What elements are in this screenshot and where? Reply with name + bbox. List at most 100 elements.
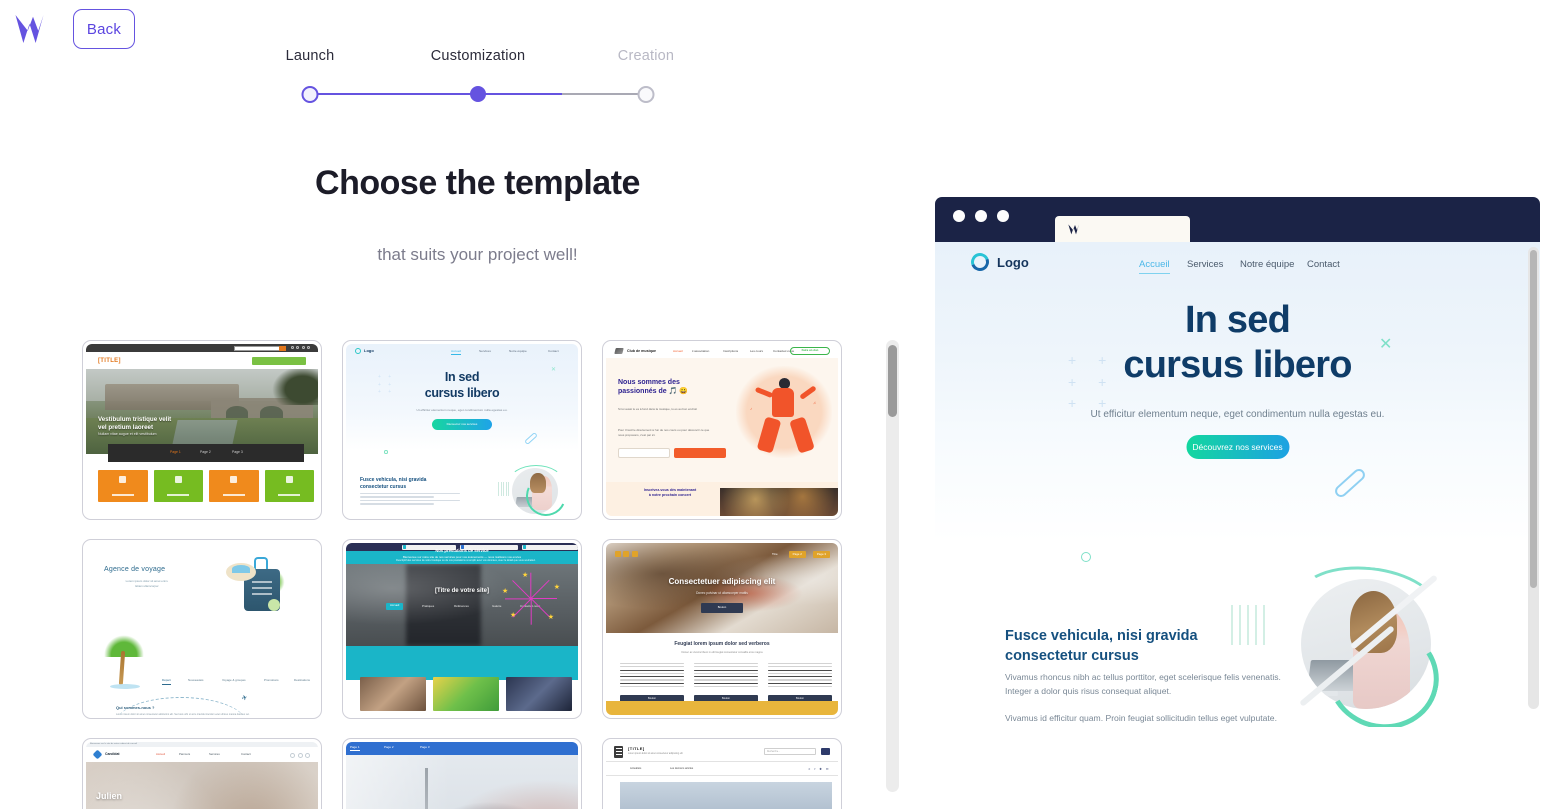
mini-hero-sub: Nullam vitae augue et elit vestibulum bbox=[98, 432, 157, 436]
mini-nav-link: Titre bbox=[771, 551, 778, 556]
template-card-heritage[interactable]: [TITLE] Vestibulum tristique velit vel p… bbox=[82, 340, 322, 520]
minimize-dot-icon bbox=[975, 210, 987, 222]
maximize-dot-icon bbox=[997, 210, 1009, 222]
mini-nav-link: Inscriptions bbox=[723, 349, 739, 353]
mini-ring-decoration bbox=[384, 450, 388, 454]
mini-nav-link: Accueil bbox=[156, 752, 166, 756]
mini-nav: Page 1 Page 2 Page 3 bbox=[346, 742, 578, 755]
mini-section-title: Qui sommes-nous ? bbox=[116, 705, 155, 710]
mini-site-consultant: Bienvenue sur le site de notre cabinet d… bbox=[86, 742, 318, 809]
template-thumbnail: [TITLE] Lorem ipsum dolor sit amet conse… bbox=[606, 742, 838, 809]
mini-nav-link: Page 1 bbox=[350, 745, 360, 749]
template-card-travel[interactable]: Agence de voyage Lorem ipsum dolor sit a… bbox=[82, 539, 322, 719]
mini-search-field: Recherche... bbox=[764, 748, 816, 755]
step-dot-customization[interactable] bbox=[470, 86, 486, 102]
top-bar: Back bbox=[0, 0, 1561, 60]
mini-section-text bbox=[360, 493, 460, 507]
mini-secondary-button bbox=[618, 448, 670, 458]
template-thumbnail: Bienvenue sur notre site de nos services… bbox=[346, 543, 578, 715]
mini-nav-link: Page 3 bbox=[420, 745, 430, 749]
template-card-saas-blue[interactable]: Logo Accueil Services Notre équipe Conta… bbox=[342, 340, 582, 520]
back-button[interactable]: Back bbox=[73, 9, 135, 49]
mini-brand: Candidat bbox=[105, 752, 120, 757]
preview-nav-services[interactable]: Services bbox=[1187, 259, 1223, 270]
progress-stepper: Launch Customization Creation bbox=[270, 48, 690, 110]
mini-site-travel: Agence de voyage Lorem ipsum dolor sit a… bbox=[86, 543, 318, 715]
mini-cta-button: Faire un don bbox=[790, 347, 830, 355]
preview-cta-button[interactable]: Découvrez nos services bbox=[1186, 435, 1289, 459]
browser-tab[interactable] bbox=[1055, 216, 1190, 242]
stepper-labels: Launch Customization Creation bbox=[270, 48, 690, 70]
clip-decoration bbox=[1332, 466, 1368, 500]
mini-section-title: Nos prestations de service bbox=[435, 548, 489, 553]
mini-section-text: Donec ac viverra libero in elit feugiat … bbox=[681, 651, 763, 654]
template-preview: Logo Accueil Services Notre équipe Conta… bbox=[935, 197, 1540, 727]
preview-section-title: Fusce vehicula, nisi gravida consectetur… bbox=[1005, 627, 1198, 666]
mini-site-music: ♪ ♫ Club de musique Accueil L'associatio… bbox=[606, 344, 838, 516]
page-title: Choose the template bbox=[315, 164, 640, 202]
mini-subnav: Actualités Les derniers articles ⋖ f ✚ ✉ bbox=[606, 762, 838, 776]
mini-feature-cards bbox=[98, 470, 314, 502]
mini-nav-link: Accueil bbox=[673, 349, 683, 353]
mini-hero-p2: Pour t'inscrire directement à l'un de no… bbox=[618, 428, 710, 437]
mini-social-icons: ⋖ f ✚ ✉ bbox=[807, 766, 830, 771]
template-card-music-club[interactable]: ♪ ♫ Club de musique Accueil L'associatio… bbox=[602, 340, 842, 520]
step-dot-launch[interactable] bbox=[301, 86, 319, 103]
preview-logo-text: Logo bbox=[997, 255, 1029, 270]
template-thumbnail: Titre Page 2 Page 3 Consectetuer adipisc… bbox=[606, 543, 838, 715]
template-list-viewport: [TITLE] Vestibulum tristique velit vel p… bbox=[0, 334, 910, 809]
mini-footer bbox=[606, 701, 838, 715]
preview-hero-line2: cursus libero bbox=[1123, 343, 1352, 386]
mini-search-button bbox=[279, 346, 286, 351]
preview-nav-accueil[interactable]: Accueil bbox=[1139, 259, 1170, 274]
mini-hero-p1: Si toi aussi tu es à fond dans la musiqu… bbox=[618, 407, 697, 411]
mini-luggage-illustration bbox=[226, 557, 286, 613]
mini-dancer-illustration: ♪ ♫ bbox=[750, 378, 818, 454]
preview-browser-chrome bbox=[935, 197, 1540, 242]
mini-nav-link: Les cours bbox=[750, 349, 764, 353]
mini-site-event: Bienvenue sur notre site de nos services… bbox=[346, 543, 578, 715]
template-card-consultant[interactable]: Bienvenue sur le site de notre cabinet d… bbox=[82, 738, 322, 809]
mini-header: [TITLE] Lorem ipsum dolor sit amet conse… bbox=[606, 742, 838, 762]
mini-nav: Départ Nouveautés Voyage & groupes Promo… bbox=[162, 678, 318, 687]
preview-nav-notre-equipe[interactable]: Notre équipe bbox=[1240, 259, 1294, 270]
mini-hero-image bbox=[620, 782, 832, 809]
preview-hero-title: In sed cursus libero bbox=[935, 298, 1540, 388]
template-list-scrollbar-thumb[interactable] bbox=[888, 345, 897, 417]
mini-nav-link: Promotions bbox=[264, 678, 279, 682]
app-logo-icon[interactable] bbox=[12, 8, 54, 50]
mini-page-tab: Page 3 bbox=[232, 450, 243, 454]
mini-cta-button: Découvrez nos services bbox=[432, 419, 492, 430]
template-thumbnail: Page 1 Page 2 Page 3 bbox=[346, 742, 578, 809]
preview-nav-contact[interactable]: Contact bbox=[1307, 259, 1340, 270]
mini-clip-decoration bbox=[524, 431, 538, 446]
preview-hero-line1: In sed bbox=[1184, 299, 1291, 341]
mini-social-icons bbox=[291, 346, 317, 350]
template-thumbnail: Logo Accueil Services Notre équipe Conta… bbox=[346, 344, 578, 516]
mini-hero-image bbox=[346, 755, 578, 809]
template-card-corporate-blue[interactable]: Page 1 Page 2 Page 3 bbox=[342, 738, 582, 809]
preview-section-paragraph-2: Vivamus id efficitur quam. Proin feugiat… bbox=[1005, 713, 1277, 727]
mini-nav-link: Nouveautés bbox=[188, 678, 204, 682]
step-label-customization: Customization bbox=[430, 48, 526, 64]
step-dot-creation[interactable] bbox=[637, 86, 655, 103]
template-card-magazine[interactable]: [TITLE] Lorem ipsum dolor sit amet conse… bbox=[602, 738, 842, 809]
mini-section-text: Descriptif des services de votre boutiqu… bbox=[396, 559, 536, 562]
mini-nav-link: Voyage & groupes bbox=[222, 678, 246, 682]
mini-nav: Candidat Accueil Parcours Services Conta… bbox=[86, 747, 318, 762]
mini-nav-link: Actualités bbox=[630, 767, 642, 770]
mini-social-icons bbox=[615, 551, 638, 557]
template-thumbnail: Agence de voyage Lorem ipsum dolor sit a… bbox=[86, 543, 318, 715]
mini-cta-button bbox=[252, 356, 306, 365]
mini-columns bbox=[620, 663, 832, 689]
step-label-launch: Launch bbox=[285, 48, 335, 64]
mini-hero-image bbox=[86, 369, 318, 454]
preview-scrollbar-thumb[interactable] bbox=[1530, 250, 1537, 588]
template-thumbnail: Bienvenue sur le site de notre cabinet d… bbox=[86, 742, 318, 809]
template-card-event[interactable]: Bienvenue sur notre site de nos services… bbox=[342, 539, 582, 719]
mini-nav-link: Départ bbox=[162, 678, 171, 686]
template-card-restaurant[interactable]: Titre Page 2 Page 3 Consectetuer adipisc… bbox=[602, 539, 842, 719]
mini-hero-title: Agence de voyage bbox=[104, 566, 166, 573]
mini-brand: Club de musique bbox=[627, 348, 656, 353]
mini-hero-title: Vestibulum tristique velit vel pretium l… bbox=[98, 416, 172, 431]
